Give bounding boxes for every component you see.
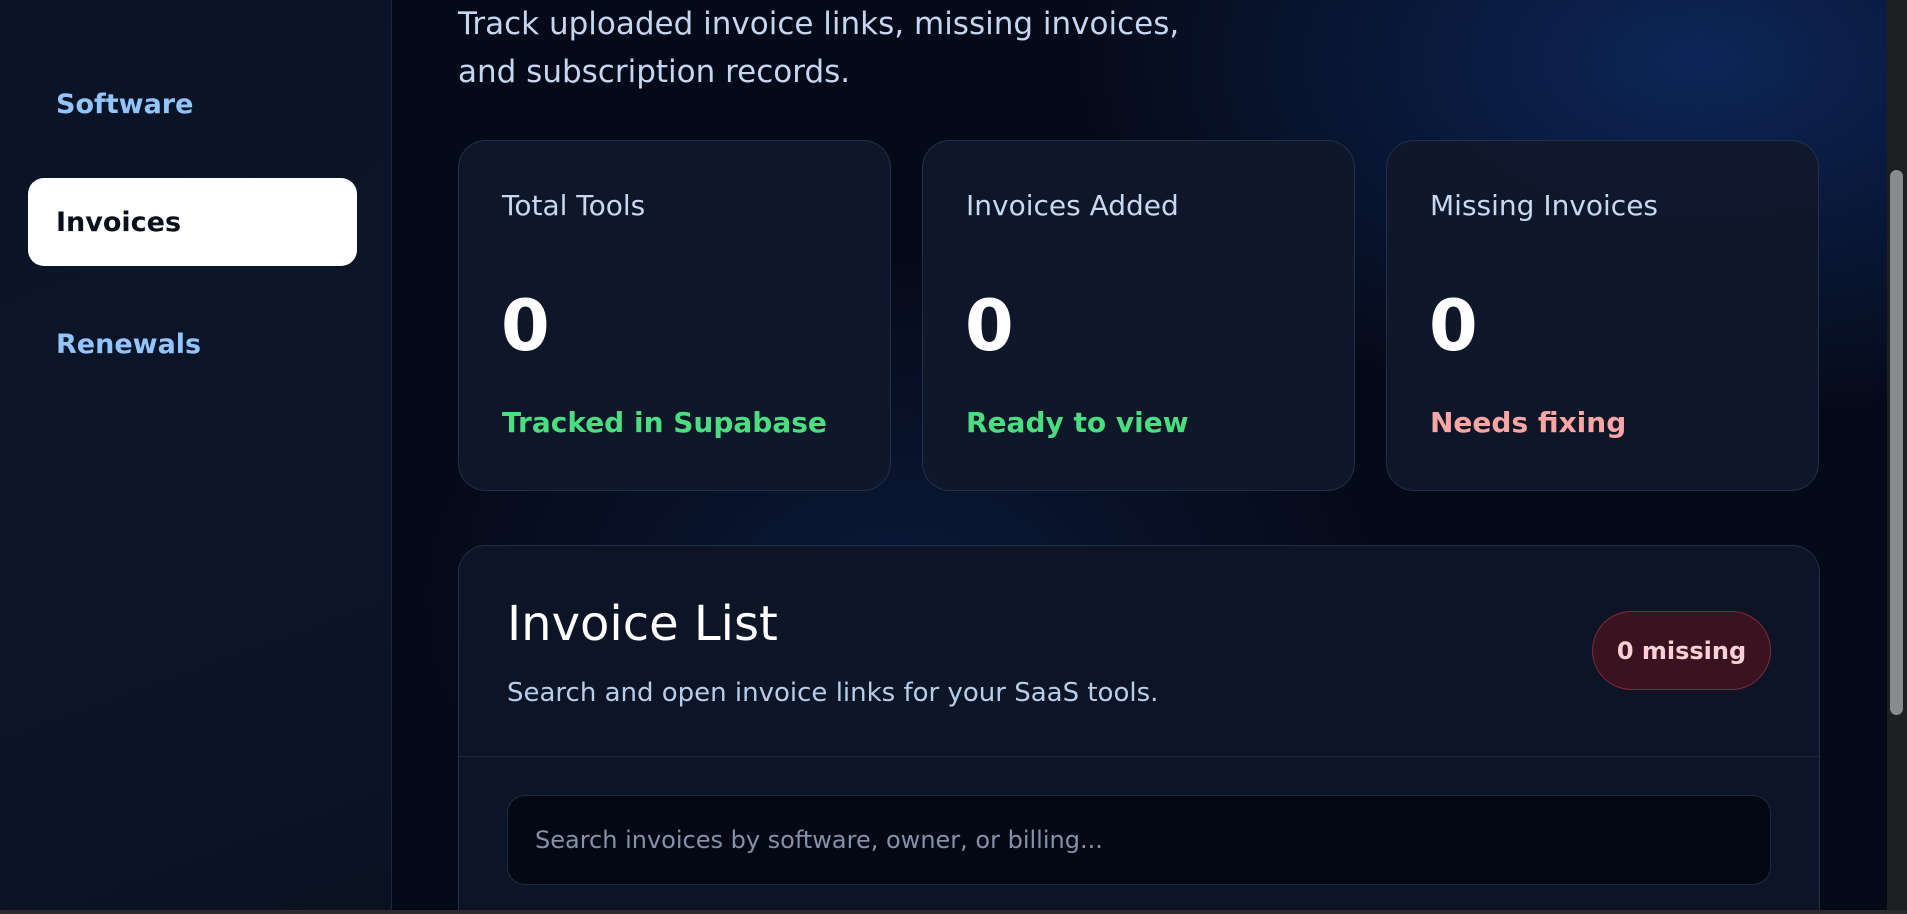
stat-value: 0 [501,285,550,367]
stat-label: Missing Invoices [1430,189,1659,222]
stat-card-total-tools: Total Tools 0 Tracked in Supabase [458,140,891,491]
missing-count-badge: 0 missing [1592,611,1771,690]
sidebar-item-software[interactable]: Software [28,60,357,148]
sidebar-item-label: Software [56,88,194,120]
stat-subtext: Needs fixing [1430,406,1627,439]
stat-subtext: Tracked in Supabase [502,406,827,439]
stat-subtext: Ready to view [966,406,1189,439]
stat-card-invoices-added: Invoices Added 0 Ready to view [922,140,1355,491]
invoice-search-input[interactable] [507,795,1771,885]
panel-description: Search and open invoice links for your S… [507,678,1159,708]
stat-value: 0 [1429,285,1478,367]
scrollbar-thumb[interactable] [1890,170,1903,715]
stat-label: Total Tools [502,189,646,222]
panel-title: Invoice List [507,596,778,652]
sidebar: Software Invoices Renewals [0,0,392,910]
window-bottom-edge [0,910,1907,914]
main-content: Track uploaded invoice links, missing in… [393,0,1887,910]
stat-card-missing-invoices: Missing Invoices 0 Needs fixing [1386,140,1819,491]
sidebar-item-label: Invoices [56,206,182,238]
app-window: Software Invoices Renewals Track uploade… [0,0,1907,910]
sidebar-item-label: Renewals [56,328,202,360]
stat-label: Invoices Added [966,189,1179,222]
sidebar-item-invoices[interactable]: Invoices [28,178,357,266]
page-description: Track uploaded invoice links, missing in… [458,6,1180,90]
invoice-list-panel: Invoice List Search and open invoice lin… [458,545,1820,910]
sidebar-item-renewals[interactable]: Renewals [28,300,357,388]
divider [459,756,1819,757]
stat-value: 0 [965,285,1014,367]
